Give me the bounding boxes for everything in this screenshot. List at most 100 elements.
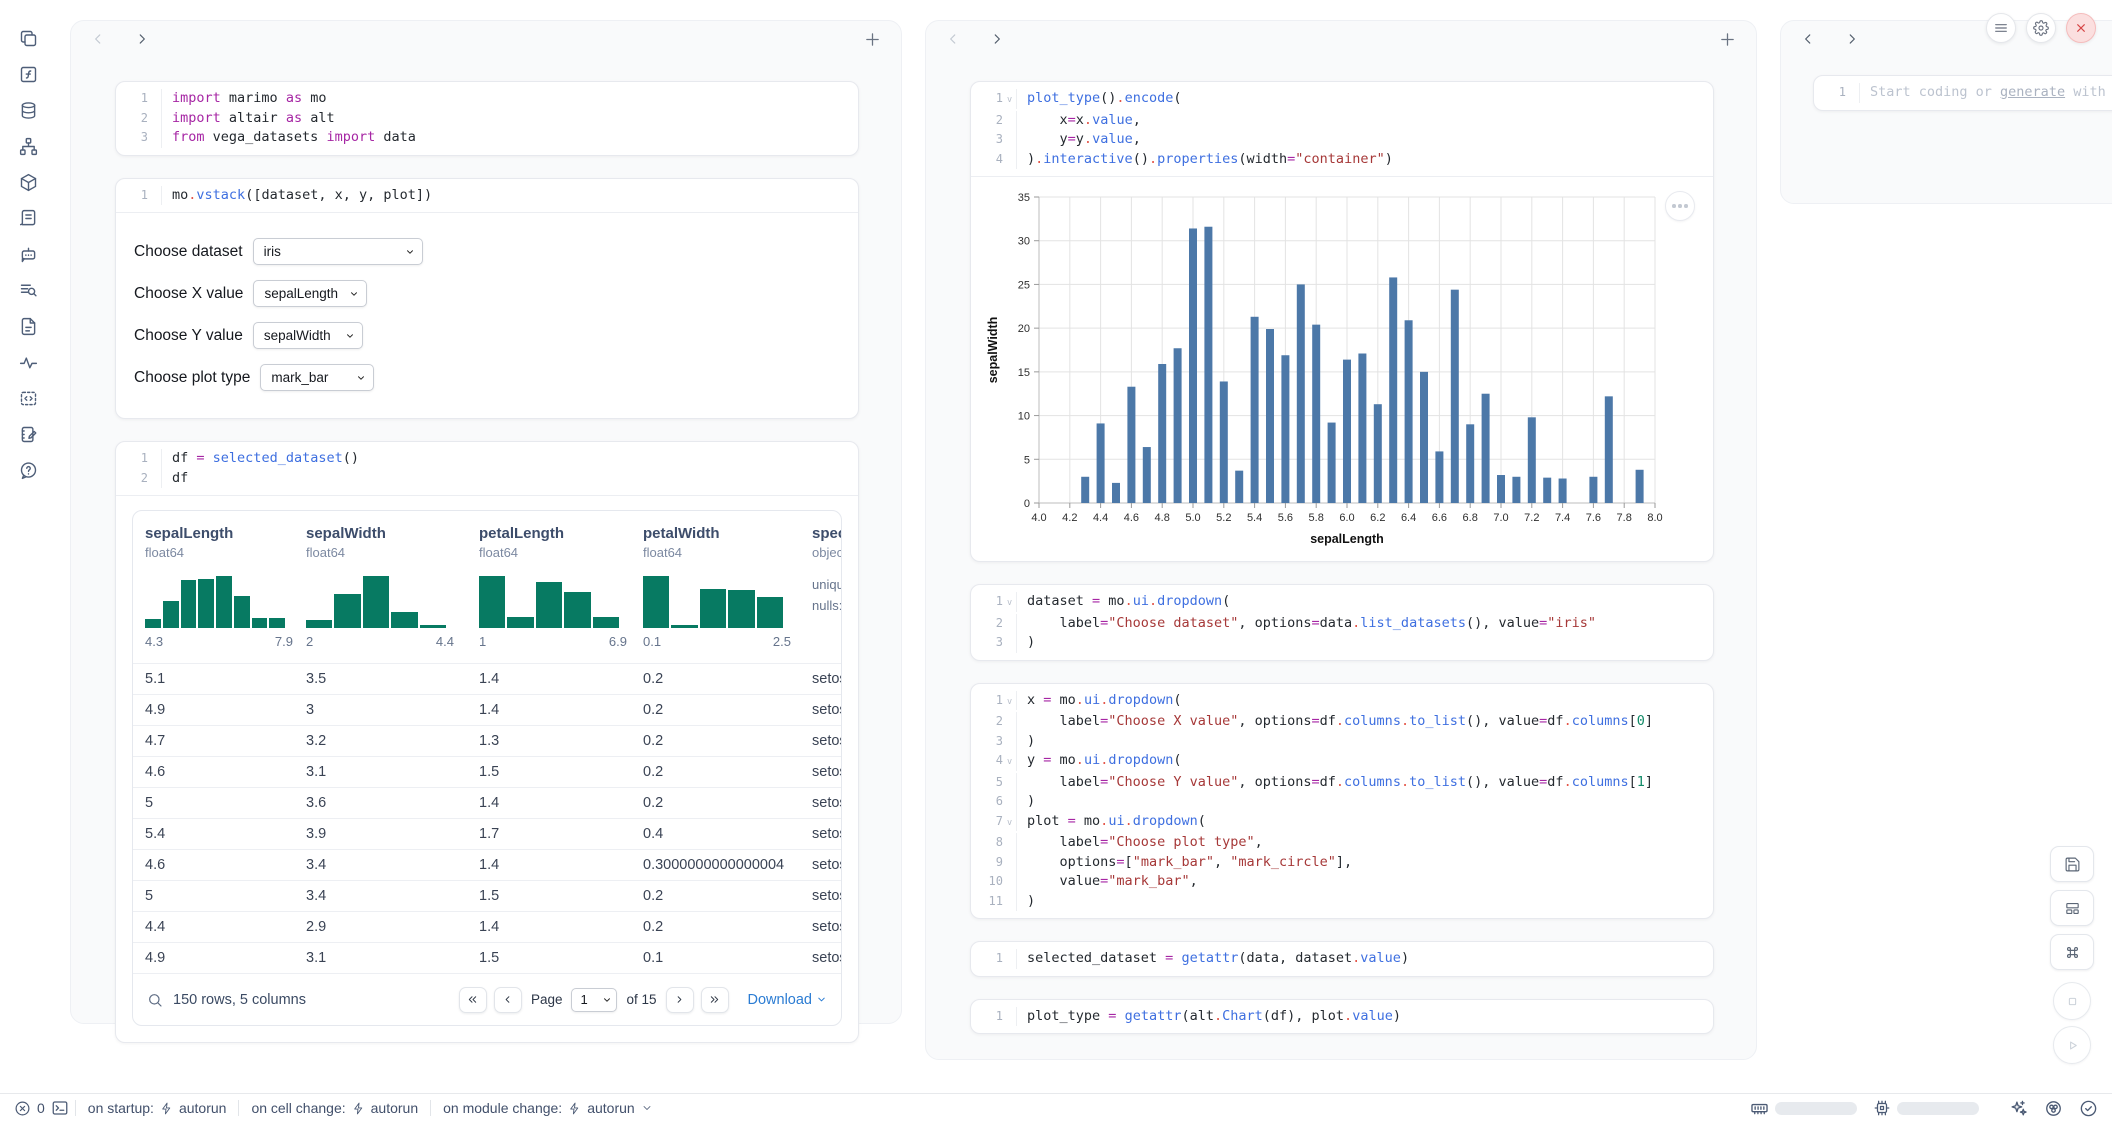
column-header[interactable]: sepalWidthfloat6424.4: [294, 511, 467, 663]
next-column-button[interactable]: [135, 32, 149, 46]
sidebar-item-scratchpad[interactable]: [10, 418, 46, 450]
last-page-button[interactable]: [701, 987, 729, 1013]
bar: [1174, 348, 1182, 503]
x-tick-label: 6.8: [1463, 512, 1478, 524]
x-axis-title: sepalLength: [1310, 532, 1384, 546]
code-text: ).interactive().properties(width="contai…: [1016, 150, 1699, 170]
table-cell: 3: [294, 702, 467, 718]
sidebar-item-help[interactable]: [10, 454, 46, 486]
prev-column-button[interactable]: [946, 32, 960, 46]
settings-button[interactable]: [2026, 13, 2056, 43]
dropdown-select[interactable]: iris: [253, 238, 423, 265]
fold-chevron-icon[interactable]: v: [1003, 753, 1016, 773]
token: .: [1401, 774, 1409, 790]
prev-page-button[interactable]: [494, 987, 522, 1013]
search-icon[interactable]: [147, 992, 163, 1008]
code-editor[interactable]: 1vdataset = mo.ui.dropdown(2 label="Choo…: [971, 585, 1713, 660]
token: .: [1149, 593, 1157, 609]
next-column-button[interactable]: [1845, 32, 1859, 46]
code-text: label="Choose Y value", options=df.colum…: [1016, 773, 1699, 793]
download-button[interactable]: Download: [748, 992, 828, 1008]
code-editor[interactable]: 1vplot_type().encode(2 x=x.value,3 y=y.v…: [971, 82, 1713, 176]
column-header[interactable]: speciobjecuniqunulls:: [800, 511, 841, 663]
y-tick-label: 5: [1024, 454, 1030, 466]
terminal-button[interactable]: [51, 1099, 69, 1117]
token: columns: [1344, 774, 1401, 790]
errors-indicator[interactable]: 0: [14, 1100, 45, 1117]
sidebar-item-tracing[interactable]: [10, 346, 46, 378]
ai-assistant-button[interactable]: [2009, 1099, 2028, 1118]
dropdown-select[interactable]: sepalWidth: [253, 322, 363, 349]
sidebar-item-datasources[interactable]: [10, 94, 46, 126]
y-tick-label: 30: [1018, 236, 1030, 248]
sidebar-item-outline[interactable]: [10, 274, 46, 306]
list-search-icon: [18, 280, 39, 301]
cell-xy-plot-dropdowns: 1vx = mo.ui.dropdown(2 label="Choose X v…: [970, 683, 1714, 920]
fold-chevron-icon[interactable]: v: [1003, 814, 1016, 834]
code-editor[interactable]: 1 Start coding or generate with: [1814, 76, 2112, 110]
token: ui: [1084, 692, 1100, 708]
runtime-config-cell-change[interactable]: on cell change:autorun: [251, 1100, 418, 1116]
add-cell-button[interactable]: [864, 31, 881, 48]
sidebar-item-chat[interactable]: [10, 238, 46, 270]
add-cell-button[interactable]: [1719, 31, 1736, 48]
sidebar-item-file-explorer[interactable]: [10, 22, 46, 54]
bar-chart[interactable]: 051015202530354.04.24.44.64.85.05.25.45.…: [981, 187, 1709, 559]
sidebar-item-dependency-graph[interactable]: [10, 130, 46, 162]
first-page-button[interactable]: [459, 987, 487, 1013]
code-editor[interactable]: 1df = selected_dataset()2df: [116, 442, 858, 495]
notebook-menu-button[interactable]: [1986, 13, 2016, 43]
next-page-button[interactable]: [666, 987, 694, 1013]
column-header[interactable]: sepalLengthfloat644.37.9: [133, 511, 294, 663]
prev-column-button[interactable]: [1801, 32, 1815, 46]
token: import: [172, 110, 221, 126]
fold-chevron-icon[interactable]: v: [1003, 91, 1016, 111]
token: ui: [1084, 752, 1100, 768]
column-header[interactable]: petalWidthfloat640.12.5: [631, 511, 800, 663]
page-select[interactable]: 1: [571, 988, 617, 1012]
sidebar-item-snippets[interactable]: [10, 382, 46, 414]
runtime-config-startup[interactable]: on startup:autorun: [88, 1100, 227, 1116]
x-tick-label: 6.2: [1370, 512, 1385, 524]
sidebar-item-packages[interactable]: [10, 166, 46, 198]
token: .: [1084, 112, 1092, 128]
sidebar-item-logs[interactable]: [10, 202, 46, 234]
fold-chevron-icon[interactable]: v: [1003, 693, 1016, 713]
generate-with-ai-link[interactable]: generate: [2000, 84, 2065, 100]
x-tick-label: 5.8: [1309, 512, 1324, 524]
runtime-config-module-change[interactable]: on module change:autorun: [443, 1100, 653, 1116]
prev-column-button[interactable]: [91, 32, 105, 46]
shutdown-button[interactable]: [2066, 13, 2096, 43]
token: plot: [1027, 813, 1068, 829]
code-editor[interactable]: 1import marimo as mo2import altair as al…: [116, 82, 858, 155]
column-header[interactable]: petalLengthfloat6416.9: [467, 511, 631, 663]
save-button[interactable]: [2050, 846, 2094, 882]
command-palette-button[interactable]: [2050, 934, 2094, 970]
token: df: [1320, 713, 1336, 729]
chart-actions-button[interactable]: [1665, 191, 1695, 221]
code-editor[interactable]: 1vx = mo.ui.dropdown(2 label="Choose X v…: [971, 684, 1713, 919]
table-cell: 0.2: [631, 702, 800, 718]
sidebar-item-functions[interactable]: [10, 58, 46, 90]
table-row: 4.931.40.2setos: [133, 694, 841, 725]
fold-chevron-icon[interactable]: v: [1003, 594, 1016, 614]
max-value: 2.5: [773, 634, 791, 649]
run-all-button[interactable]: [2053, 1026, 2091, 1064]
stop-button[interactable]: [2053, 982, 2091, 1020]
layout-button[interactable]: [2050, 890, 2094, 926]
next-column-button[interactable]: [990, 32, 1004, 46]
code-editor[interactable]: 1plot_type = getattr(alt.Chart(df), plot…: [971, 1000, 1713, 1034]
sidebar-item-documentation[interactable]: [10, 310, 46, 342]
help-circle-icon: [18, 460, 39, 481]
connection-status-button[interactable]: [2079, 1099, 2098, 1118]
dropdown-select[interactable]: sepalLength: [253, 280, 367, 307]
code-editor[interactable]: 1mo.vstack([dataset, x, y, plot]): [116, 179, 858, 213]
code-line: 4).interactive().properties(width="conta…: [977, 150, 1699, 170]
code-editor[interactable]: 1selected_dataset = getattr(data, datase…: [971, 942, 1713, 976]
code-line: 1plot_type = getattr(alt.Chart(df), plot…: [977, 1007, 1699, 1027]
code-text: label="Choose X value", options=df.colum…: [1016, 712, 1699, 732]
bar: [1451, 290, 1459, 503]
kernel-button[interactable]: [2044, 1099, 2063, 1118]
dropdown-select[interactable]: mark_bar: [260, 364, 374, 391]
line-number: 3: [977, 633, 1003, 653]
